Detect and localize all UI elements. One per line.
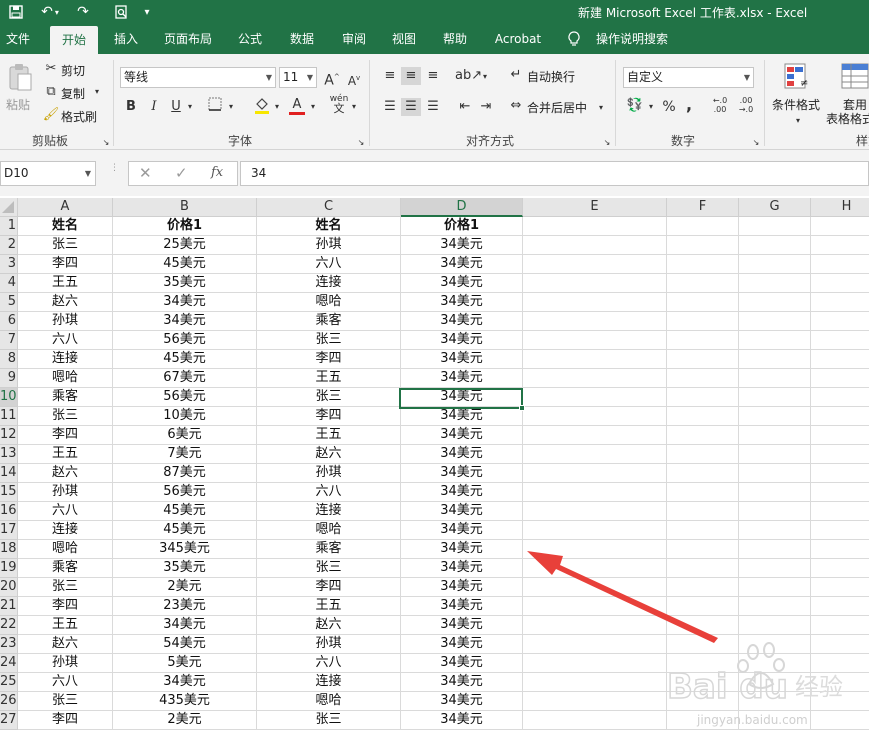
- baidu-paw-icon: Bai du 经验 jingyan.baidu.com: [666, 642, 843, 727]
- annotation-arrow: [527, 551, 718, 643]
- svg-text:Bai du: Bai du: [667, 667, 788, 707]
- svg-text:jingyan.baidu.com: jingyan.baidu.com: [696, 713, 808, 727]
- svg-text:经验: 经验: [795, 673, 843, 701]
- baidu-jingyan-watermark: Bai du 经验 jingyan.baidu.com: [665, 640, 865, 735]
- red-arrow-icon: [527, 551, 718, 643]
